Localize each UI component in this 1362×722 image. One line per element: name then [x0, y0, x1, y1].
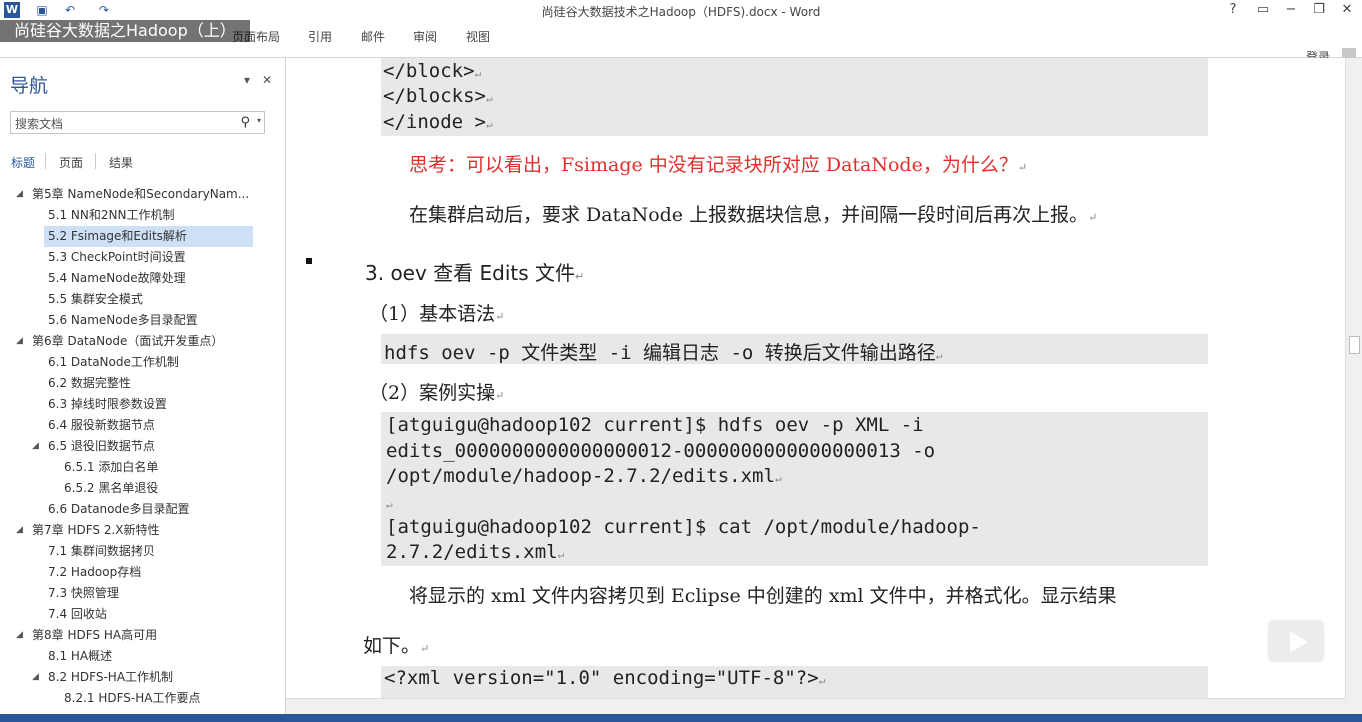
search-dropdown-icon[interactable]: ▾: [257, 116, 261, 125]
collapse-icon[interactable]: ◢: [16, 184, 23, 205]
code-line: /opt/module/hadoop-2.7.2/edits.xml↵: [386, 465, 782, 487]
video-play-icon[interactable]: [1266, 618, 1326, 664]
code-line: </blocks>↵: [383, 85, 493, 107]
collapse-icon[interactable]: ◢: [16, 625, 23, 646]
search-input[interactable]: 搜索文档 ⚲ ▾: [10, 111, 265, 134]
paragraph: 在集群启动后，要求 DataNode 上报数据块信息，并间隔一段时间后再次上报。…: [409, 204, 1098, 226]
code-block: [381, 58, 1208, 136]
code-line: hdfs oev -p 文件类型 -i 编辑日志 -o 转换后文件输出路径↵: [384, 342, 943, 364]
nav-heading-5-2[interactable]: 5.2 Fsimage和Edits解析: [44, 226, 253, 247]
collapse-icon[interactable]: ◢: [32, 667, 39, 688]
nav-heading-6-5-2[interactable]: 6.5.2 黑名单退役: [64, 478, 158, 499]
bullet: [306, 258, 312, 264]
collapse-icon[interactable]: ◢: [16, 331, 23, 352]
paragraph: 将显示的 xml 文件内容拷贝到 Eclipse 中创建的 xml 文件中，并格…: [409, 585, 1117, 607]
collapse-icon[interactable]: ◢: [32, 436, 39, 457]
code-line: ↵: [386, 498, 393, 511]
think-question: 思考：可以看出，Fsimage 中没有记录块所对应 DataNode，为什么？↵: [409, 154, 1028, 176]
paragraph: 如下。↵: [363, 635, 430, 657]
nav-heading-7-1[interactable]: 7.1 集群间数据拷贝: [48, 541, 155, 562]
document-page[interactable]: </block>↵ </blocks>↵ </inode >↵ 思考：可以看出，…: [287, 58, 1345, 698]
section-heading: 3. oev 查看 Edits 文件↵: [365, 261, 585, 285]
scroll-thumb[interactable]: [1349, 336, 1360, 354]
tab-headings[interactable]: 标题: [11, 154, 35, 171]
nav-heading-7-3[interactable]: 7.3 快照管理: [48, 583, 119, 604]
nav-heading-5-5[interactable]: 5.5 集群安全模式: [48, 289, 143, 310]
nav-heading-6-4[interactable]: 6.4 服役新数据节点: [48, 415, 155, 436]
video-overlay-title: 尚硅谷大数据之Hadoop（上）: [0, 20, 250, 42]
collapse-icon[interactable]: ◢: [16, 520, 23, 541]
subheading: （1）基本语法↵: [369, 303, 505, 325]
nav-heading-7-4[interactable]: 7.4 回收站: [48, 604, 107, 625]
vertical-scrollbar[interactable]: [1345, 58, 1362, 714]
search-icon[interactable]: ⚲: [240, 115, 250, 130]
nav-heading-ch5[interactable]: 第5章 NameNode和SecondaryNam...: [32, 184, 249, 205]
subheading: （2）案例实操↵: [369, 382, 505, 404]
nav-heading-5-3[interactable]: 5.3 CheckPoint时间设置: [48, 247, 186, 268]
window-title: 尚硅谷大数据技术之Hadoop（HDFS).docx - Word: [541, 5, 821, 19]
code-line: edits_0000000000000000012-00000000000000…: [386, 440, 936, 462]
nav-heading-5-4[interactable]: 5.4 NameNode故障处理: [48, 268, 186, 289]
code-line: <?xml version="1.0" encoding="UTF-8"?>↵: [384, 667, 826, 689]
horizontal-scrollbar[interactable]: [286, 698, 1346, 714]
tab-view[interactable]: 视图: [466, 28, 490, 45]
nav-heading-6-1[interactable]: 6.1 DataNode工作机制: [48, 352, 179, 373]
nav-title: 导航: [10, 75, 49, 97]
nav-heading-7-2[interactable]: 7.2 Hadoop存档: [48, 562, 141, 583]
close-button[interactable]: ✕: [1334, 2, 1360, 17]
tab-review[interactable]: 审阅: [413, 28, 437, 45]
nav-heading-6-5-1[interactable]: 6.5.1 添加白名单: [64, 457, 158, 478]
navigation-pane: 导航 ▾ ✕ 搜索文档 ⚲ ▾ 标题 页面 结果 ◢ 第5章 NameNode和…: [0, 58, 286, 714]
code-line: [atguigu@hadoop102 current]$ cat /opt/mo…: [386, 516, 981, 538]
code-line: [atguigu@hadoop102 current]$ hdfs oev -p…: [386, 414, 924, 436]
divider: [95, 153, 96, 169]
title-bar: W ▣ ↶ ↷ 尚硅谷大数据技术之Hadoop（HDFS).docx - Wor…: [0, 0, 1362, 20]
nav-options-icon[interactable]: ▾: [244, 73, 250, 87]
restore-button[interactable]: ❐: [1306, 2, 1332, 17]
nav-heading-8-2[interactable]: 8.2 HDFS-HA工作机制: [48, 667, 173, 688]
code-line: </block>↵: [383, 60, 482, 82]
nav-heading-ch7[interactable]: 第7章 HDFS 2.X新特性: [32, 520, 160, 541]
nav-heading-8-1[interactable]: 8.1 HA概述: [48, 646, 112, 667]
nav-heading-5-1[interactable]: 5.1 NN和2NN工作机制: [48, 205, 174, 226]
nav-heading-ch6[interactable]: 第6章 DataNode（面试开发重点）: [32, 331, 223, 352]
nav-heading-6-6[interactable]: 6.6 Datanode多目录配置: [48, 499, 190, 520]
search-placeholder: 搜索文档: [15, 117, 64, 131]
nav-close-icon[interactable]: ✕: [262, 73, 272, 87]
nav-heading-6-3[interactable]: 6.3 掉线时限参数设置: [48, 394, 167, 415]
tab-mailings[interactable]: 邮件: [361, 28, 385, 45]
minimize-button[interactable]: −: [1278, 2, 1304, 17]
status-bar: [0, 714, 1362, 722]
nav-heading-6-5[interactable]: 6.5 退役旧数据节点: [48, 436, 155, 457]
help-button[interactable]: ?: [1220, 2, 1246, 17]
code-line: </inode >↵: [383, 111, 493, 133]
code-line: 2.7.2/edits.xml↵: [386, 541, 565, 563]
tab-pages[interactable]: 页面: [59, 154, 83, 171]
nav-heading-8-2-1[interactable]: 8.2.1 HDFS-HA工作要点: [64, 688, 200, 709]
ribbon-display-icon[interactable]: ▭: [1250, 2, 1276, 17]
nav-heading-6-2[interactable]: 6.2 数据完整性: [48, 373, 131, 394]
nav-heading-5-6[interactable]: 5.6 NameNode多目录配置: [48, 310, 198, 331]
tab-results[interactable]: 结果: [109, 154, 133, 171]
tab-references[interactable]: 引用: [308, 28, 332, 45]
divider: [45, 153, 46, 169]
nav-heading-ch8[interactable]: 第8章 HDFS HA高可用: [32, 625, 157, 646]
